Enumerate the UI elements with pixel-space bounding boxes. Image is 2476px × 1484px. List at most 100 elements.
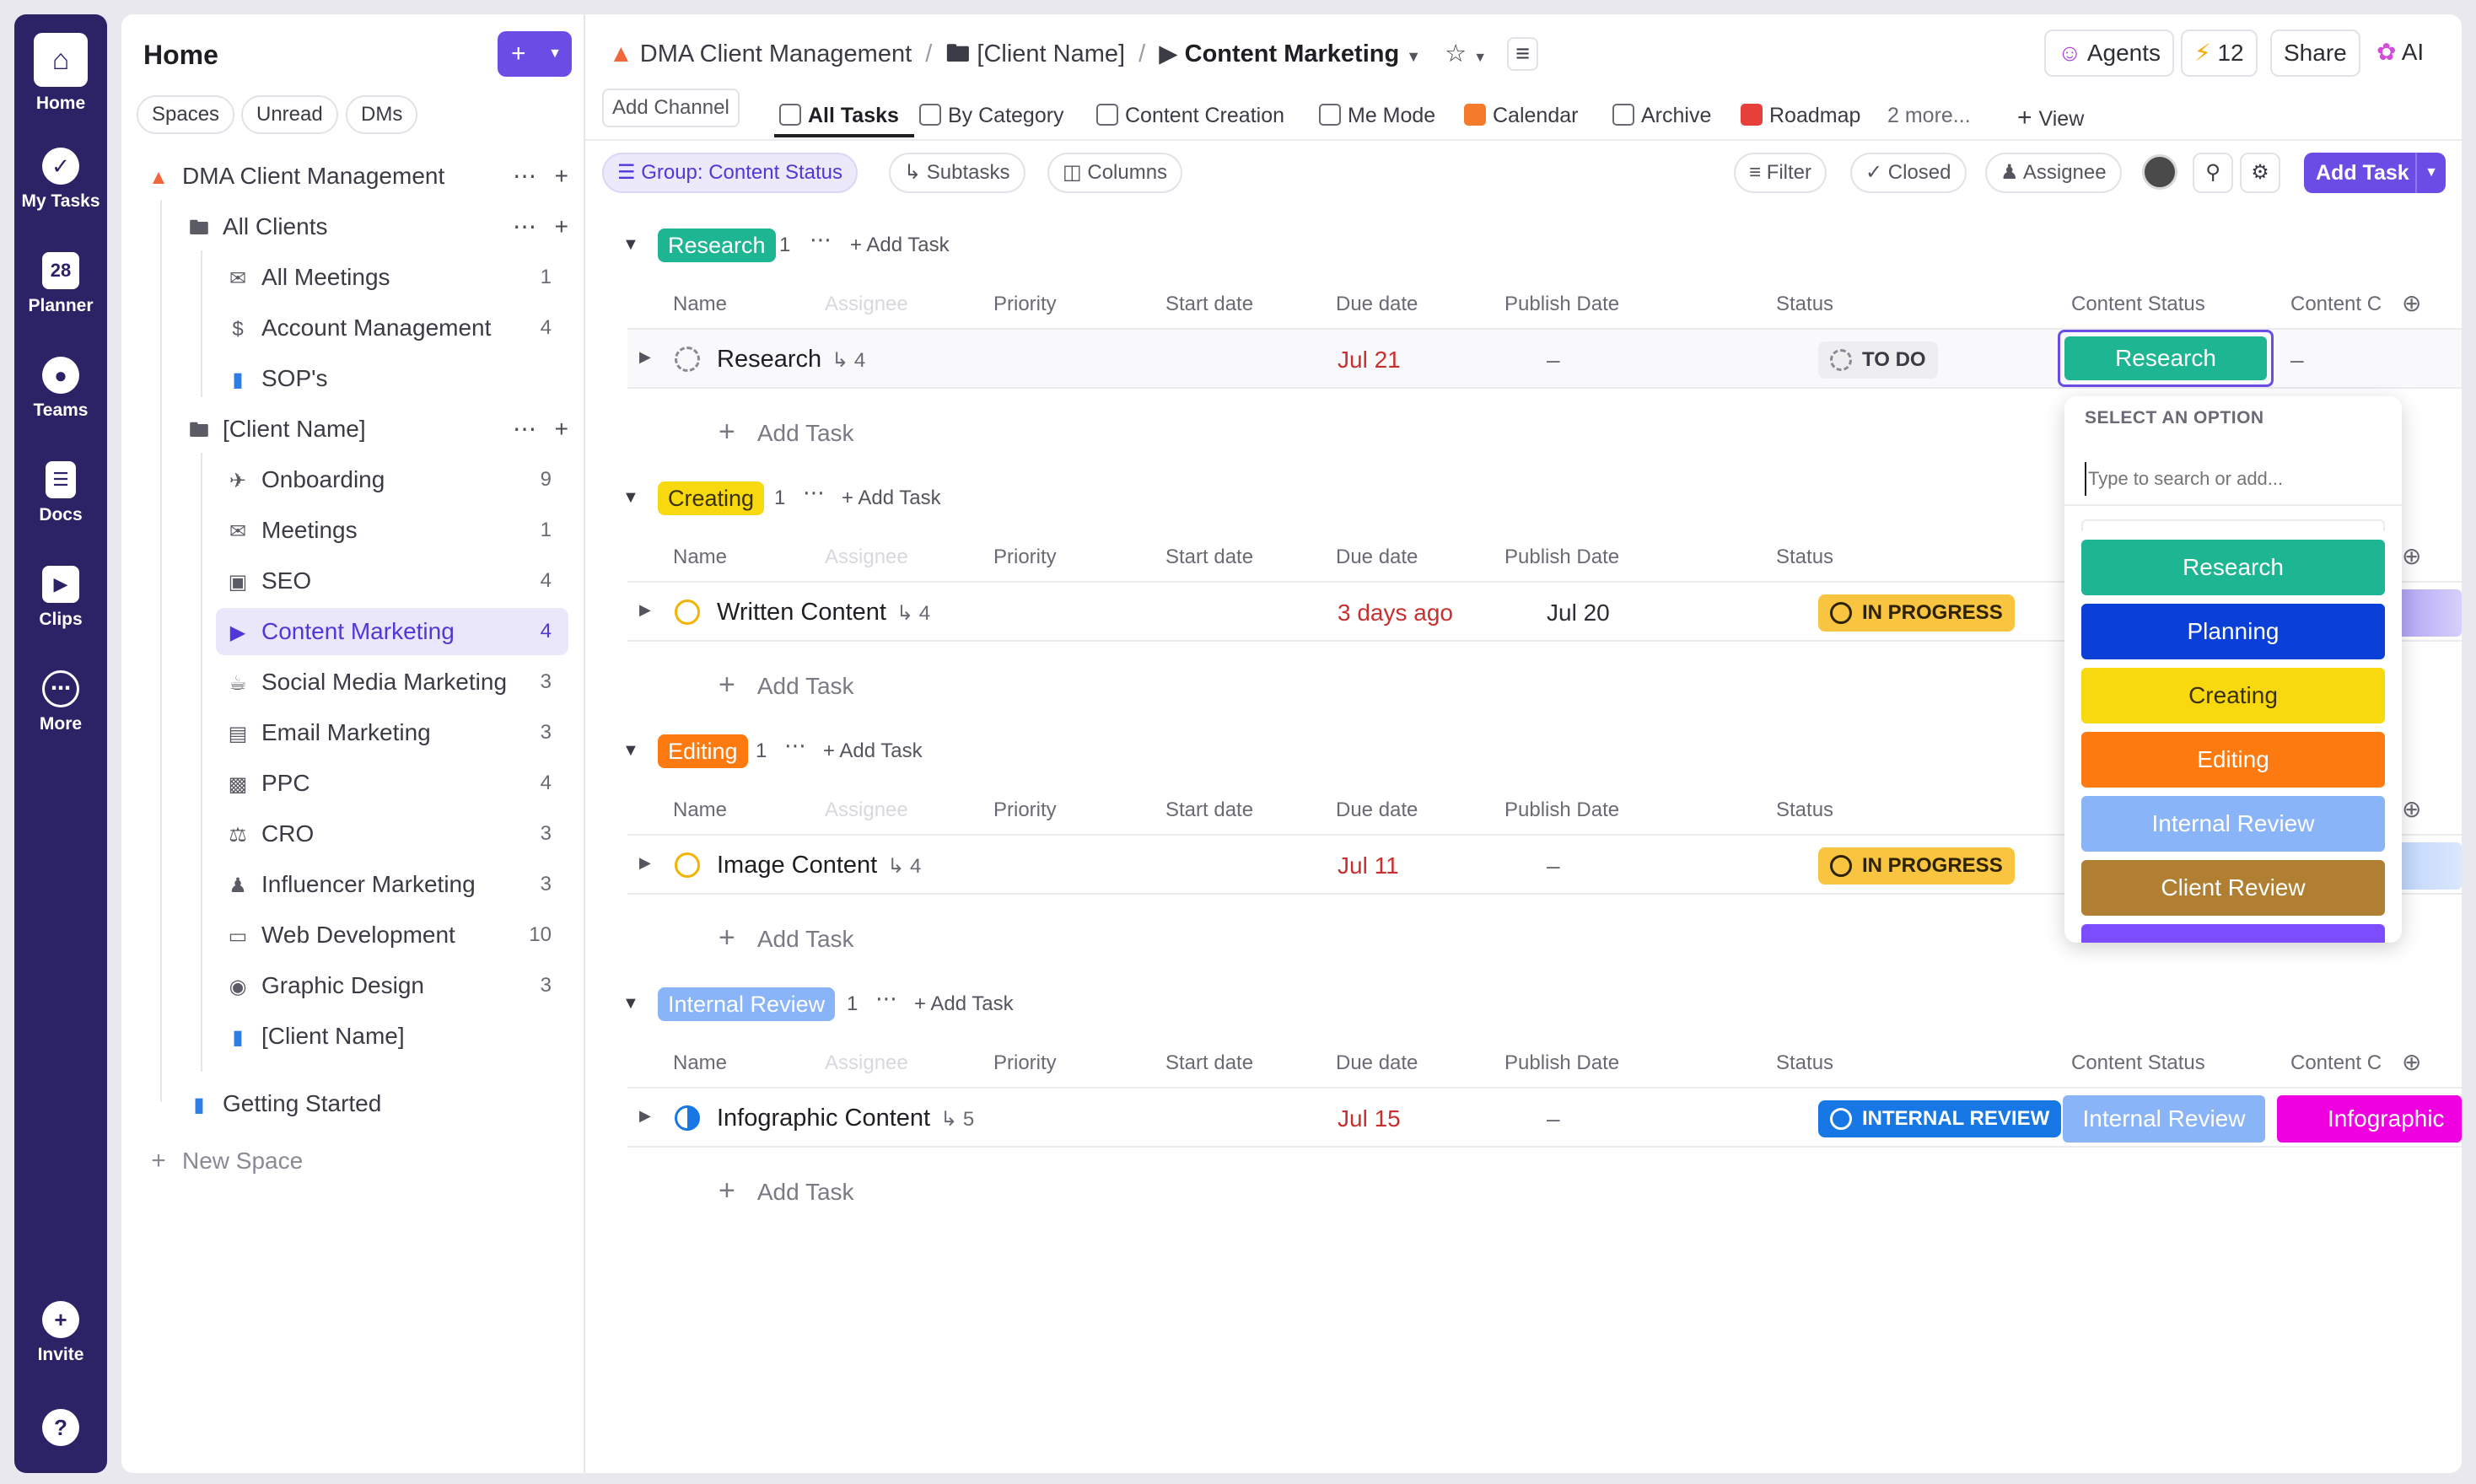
status-in-progress-icon[interactable] bbox=[675, 600, 700, 625]
group-label[interactable]: Editing bbox=[658, 734, 748, 768]
col-name[interactable]: Name bbox=[673, 798, 727, 822]
col-name[interactable]: Name bbox=[673, 1051, 727, 1075]
group-more-icon[interactable]: ⋯ bbox=[784, 733, 808, 759]
expand-caret-icon[interactable]: ▶ bbox=[639, 601, 651, 619]
col-publish-date[interactable]: Publish Date bbox=[1504, 1051, 1619, 1075]
col-content-c[interactable]: Content C bbox=[2290, 293, 2382, 316]
folder-actions[interactable]: ⋯ + bbox=[513, 203, 570, 250]
group-label[interactable]: Research bbox=[658, 229, 776, 262]
subtasks-button[interactable]: ↳ Subtasks bbox=[889, 153, 1025, 193]
status-pill[interactable]: IN PROGRESS bbox=[1818, 594, 2015, 632]
publish-date[interactable]: – bbox=[1547, 347, 1560, 374]
list-content-marketing[interactable]: ▶Content Marketing 4 bbox=[216, 608, 568, 655]
folder-actions[interactable]: ⋯ + bbox=[513, 406, 570, 453]
group-more-icon[interactable]: ⋯ bbox=[810, 227, 833, 253]
publish-date[interactable]: – bbox=[1547, 852, 1560, 879]
status-pill[interactable]: INTERNAL REVIEW bbox=[1818, 1100, 2061, 1137]
chevron-down-icon[interactable]: ▼ bbox=[1406, 48, 1421, 65]
chip-unread[interactable]: Unread bbox=[241, 95, 338, 134]
col-start-date[interactable]: Start date bbox=[1165, 798, 1253, 822]
task-name[interactable]: Research↳ 4 bbox=[717, 346, 865, 374]
rail-my-tasks[interactable]: ✓ My Tasks bbox=[14, 148, 107, 212]
col-status[interactable]: Status bbox=[1776, 293, 1833, 316]
status-internal-review-icon[interactable] bbox=[675, 1105, 700, 1131]
list-web-development[interactable]: ▭Web Development 10 bbox=[226, 911, 552, 959]
folder-client-name[interactable]: 🖿[Client Name] ⋯ + bbox=[187, 406, 568, 453]
chevron-down-icon[interactable]: ▼ bbox=[2415, 153, 2446, 193]
tab-me-mode[interactable]: Me Mode bbox=[1319, 104, 1435, 128]
task-name[interactable]: Written Content↳ 4 bbox=[717, 599, 930, 626]
due-date[interactable]: Jul 11 bbox=[1338, 852, 1399, 879]
collapse-caret-icon[interactable]: ▼ bbox=[622, 741, 639, 761]
collapse-caret-icon[interactable]: ▼ bbox=[622, 994, 639, 1014]
col-start-date[interactable]: Start date bbox=[1165, 293, 1253, 316]
tab-more[interactable]: 2 more... bbox=[1887, 104, 1971, 128]
list-all-meetings[interactable]: ✉All Meetings 1 bbox=[226, 254, 552, 301]
col-name[interactable]: Name bbox=[673, 546, 727, 569]
add-task-button[interactable]: Add Task▼ bbox=[2304, 153, 2446, 193]
crumb-list[interactable]: Content Marketing bbox=[1185, 40, 1400, 67]
col-content-status[interactable]: Content Status bbox=[2071, 293, 2205, 316]
col-content-c[interactable]: Content C bbox=[2290, 1051, 2382, 1075]
option-client-review[interactable]: Client Review bbox=[2081, 860, 2385, 916]
col-due-date[interactable]: Due date bbox=[1336, 1051, 1418, 1075]
col-assignee[interactable]: Assignee bbox=[825, 1051, 908, 1075]
status-pill[interactable]: IN PROGRESS bbox=[1818, 847, 2015, 884]
add-task-row[interactable]: +Add Task bbox=[719, 416, 854, 449]
option-research[interactable]: Research bbox=[2081, 540, 2385, 595]
col-status[interactable]: Status bbox=[1776, 798, 1833, 822]
group-more-icon[interactable]: ⋯ bbox=[875, 986, 899, 1012]
status-pill[interactable]: TO DO bbox=[1818, 341, 1938, 379]
rail-planner[interactable]: 28 Planner bbox=[14, 252, 107, 316]
expand-caret-icon[interactable]: ▶ bbox=[639, 1107, 651, 1125]
publish-date[interactable]: Jul 20 bbox=[1547, 600, 1610, 626]
publish-date[interactable]: – bbox=[1547, 1105, 1560, 1132]
option-planning[interactable]: Planning bbox=[2081, 604, 2385, 659]
group-by-button[interactable]: ☰ Group: Content Status bbox=[602, 153, 858, 193]
add-task-row[interactable]: +Add Task bbox=[719, 1175, 854, 1207]
col-due-date[interactable]: Due date bbox=[1336, 798, 1418, 822]
create-new-button[interactable]: + ▼ bbox=[498, 31, 572, 77]
rail-home[interactable]: ⌂ Home bbox=[14, 33, 107, 114]
group-label[interactable]: Creating bbox=[658, 481, 764, 515]
share-button[interactable]: Share bbox=[2270, 30, 2360, 77]
col-due-date[interactable]: Due date bbox=[1336, 293, 1418, 316]
doc-client-name[interactable]: ▮[Client Name] bbox=[226, 1013, 552, 1060]
group-add-task[interactable]: + Add Task bbox=[842, 487, 941, 510]
col-publish-date[interactable]: Publish Date bbox=[1504, 798, 1619, 822]
list-graphic-design[interactable]: ◉Graphic Design 3 bbox=[226, 962, 552, 1009]
add-task-row[interactable]: +Add Task bbox=[719, 922, 854, 954]
option-editing[interactable]: Editing bbox=[2081, 732, 2385, 788]
tab-all-tasks[interactable]: All Tasks bbox=[779, 104, 899, 128]
rail-help[interactable]: ? bbox=[14, 1409, 107, 1453]
list-influencer-marketing[interactable]: ♟Influencer Marketing 3 bbox=[226, 861, 552, 908]
tab-calendar[interactable]: Calendar bbox=[1464, 104, 1578, 128]
chip-spaces[interactable]: Spaces bbox=[137, 95, 234, 134]
col-status[interactable]: Status bbox=[1776, 1051, 1833, 1075]
due-date[interactable]: Jul 15 bbox=[1338, 1105, 1401, 1132]
closed-button[interactable]: ✓ Closed bbox=[1850, 153, 1967, 193]
dropdown-search-input[interactable] bbox=[2085, 462, 2382, 496]
avatar[interactable] bbox=[2142, 154, 2177, 190]
list-email-marketing[interactable]: ▤Email Marketing 3 bbox=[226, 709, 552, 756]
add-column-icon[interactable]: ⊕ bbox=[2402, 289, 2421, 317]
collapse-caret-icon[interactable]: ▼ bbox=[622, 235, 639, 255]
task-row-research[interactable]: ▶ Research↳ 4 Jul 21 – TO DO Research – bbox=[627, 328, 2462, 389]
filter-button[interactable]: ≡ Filter bbox=[1734, 153, 1827, 193]
collapse-caret-icon[interactable]: ▼ bbox=[622, 488, 639, 508]
content-status-cell-active[interactable]: Research bbox=[2058, 330, 2274, 387]
group-more-icon[interactable]: ⋯ bbox=[803, 480, 826, 506]
description-icon[interactable]: ≡ bbox=[1507, 37, 1538, 71]
col-priority[interactable]: Priority bbox=[993, 1051, 1057, 1075]
automations-button[interactable]: ⚡ 12 bbox=[2181, 30, 2258, 77]
col-content-status[interactable]: Content Status bbox=[2071, 1051, 2205, 1075]
ai-button[interactable]: ✿ AI bbox=[2376, 38, 2424, 66]
chevron-down-icon[interactable]: ▼ bbox=[1473, 51, 1487, 65]
add-column-icon[interactable]: ⊕ bbox=[2402, 542, 2421, 570]
col-start-date[interactable]: Start date bbox=[1165, 546, 1253, 569]
doc-sops[interactable]: ▮SOP's bbox=[226, 355, 552, 402]
crumb-space[interactable]: DMA Client Management bbox=[640, 40, 912, 67]
add-column-icon[interactable]: ⊕ bbox=[2402, 795, 2421, 823]
expand-caret-icon[interactable]: ▶ bbox=[639, 854, 651, 872]
tab-by-category[interactable]: By Category bbox=[919, 104, 1064, 128]
